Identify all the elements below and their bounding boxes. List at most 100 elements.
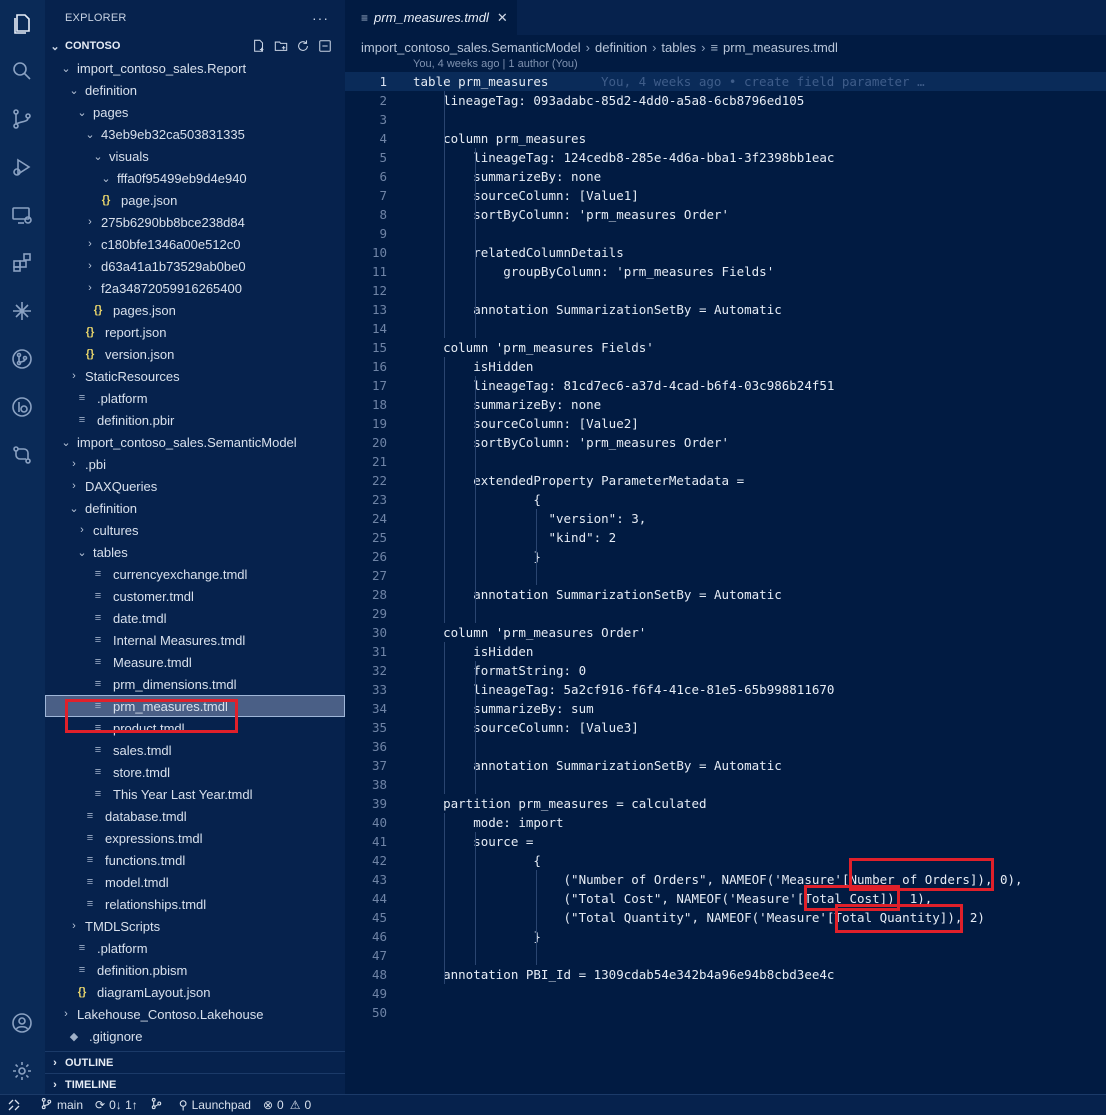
refresh-icon[interactable] xyxy=(295,38,311,54)
tree-file-item[interactable]: {} pages.json xyxy=(45,299,345,321)
tab-prm-measures[interactable]: ≡ prm_measures.tmdl ✕ xyxy=(345,0,517,35)
line-number: 4 xyxy=(379,131,387,146)
tree-folder-item[interactable]: ⌄ definition xyxy=(45,497,345,519)
code-text: sourceColumn: [Value1] xyxy=(413,188,639,203)
tree-folder-item[interactable]: ⌄ pages xyxy=(45,101,345,123)
search-icon[interactable] xyxy=(8,57,36,85)
line-number: 25 xyxy=(371,530,387,545)
tree-item-label: Internal Measures.tmdl xyxy=(113,632,246,648)
warning-icon: ⚠ xyxy=(289,1098,301,1112)
outline-label: OUTLINE xyxy=(65,1056,114,1069)
tree-file-item[interactable]: ≡ database.tmdl xyxy=(45,805,345,827)
close-icon[interactable]: ✕ xyxy=(497,10,508,26)
timeline-section-header[interactable]: › TIMELINE xyxy=(45,1073,345,1094)
launchpad-status[interactable]: ⚲ Launchpad xyxy=(179,1098,251,1112)
breadcrumb-item[interactable]: prm_measures.tmdl xyxy=(723,40,838,55)
tree-file-item[interactable]: ≡ customer.tmdl xyxy=(45,585,345,607)
ellipsis-icon[interactable]: ··· xyxy=(312,10,329,26)
line-number: 24 xyxy=(371,511,387,526)
tree-folder-item[interactable]: ⌄ definition xyxy=(45,79,345,101)
breadcrumb-item[interactable]: definition xyxy=(595,40,647,55)
tree-folder-item[interactable]: › Lakehouse_Contoso.Lakehouse xyxy=(45,1003,345,1025)
account-icon[interactable] xyxy=(8,1009,36,1037)
tree-file-item[interactable]: {} diagramLayout.json xyxy=(45,981,345,1003)
tree-folder-item[interactable]: › 275b6290bb8bce238d84 xyxy=(45,211,345,233)
new-file-icon[interactable] xyxy=(251,38,267,54)
code-text: source = xyxy=(413,834,534,849)
tree-file-item[interactable]: ≡ store.tmdl xyxy=(45,761,345,783)
tree-folder-item[interactable]: › TMDLScripts xyxy=(45,915,345,937)
tree-file-item[interactable]: ◆ .gitignore xyxy=(45,1025,345,1047)
run-debug-icon[interactable] xyxy=(8,153,36,181)
tree-file-item[interactable]: {} report.json xyxy=(45,321,345,343)
tree-folder-item[interactable]: › c180bfe1346a00e512c0 xyxy=(45,233,345,255)
tree-folder-item[interactable]: › StaticResources xyxy=(45,365,345,387)
tree-folder-item[interactable]: › d63a41a1b73529ab0be0 xyxy=(45,255,345,277)
extensions-icon[interactable] xyxy=(8,249,36,277)
remote-icon[interactable] xyxy=(8,1099,20,1111)
tree-file-item[interactable]: ≡ sales.tmdl xyxy=(45,739,345,761)
line-number: 20 xyxy=(371,435,387,450)
file-lines-icon: ≡ xyxy=(361,10,369,25)
tree-folder-item[interactable]: › cultures xyxy=(45,519,345,541)
tree-folder-item[interactable]: ⌄ fffa0f95499eb9d4e940 xyxy=(45,167,345,189)
file-lines-icon: ≡ xyxy=(94,678,102,690)
tree-file-item[interactable]: ≡ .platform xyxy=(45,937,345,959)
code-line: 37 annotation SummarizationSetBy = Autom… xyxy=(345,756,1106,775)
code-lens[interactable]: You, 4 weeks ago | 1 author (You) xyxy=(413,58,578,70)
line-number: 33 xyxy=(371,682,387,697)
graph-status[interactable] xyxy=(150,1097,167,1113)
sparkle-icon[interactable] xyxy=(8,297,36,325)
tree-file-item[interactable]: ≡ expressions.tmdl xyxy=(45,827,345,849)
tree-folder-item[interactable]: ⌄ 43eb9eb32ca503831335 xyxy=(45,123,345,145)
tree-file-item[interactable]: ≡ relationships.tmdl xyxy=(45,893,345,915)
remote-explorer-icon[interactable] xyxy=(8,201,36,229)
settings-gear-icon[interactable] xyxy=(8,1057,36,1085)
tree-folder-item[interactable]: › DAXQueries xyxy=(45,475,345,497)
line-number: 18 xyxy=(371,397,387,412)
new-folder-icon[interactable] xyxy=(273,38,289,54)
tree-folder-item[interactable]: › f2a34872059916265400 xyxy=(45,277,345,299)
tree-file-item[interactable]: ≡ prm_dimensions.tmdl xyxy=(45,673,345,695)
workspace-section-header[interactable]: ⌄ CONTOSO xyxy=(45,35,345,57)
tree-item-label: c180bfe1346a00e512c0 xyxy=(101,236,241,252)
tree-file-item[interactable]: ≡ Internal Measures.tmdl xyxy=(45,629,345,651)
tree-item-label: prm_dimensions.tmdl xyxy=(113,676,237,692)
file-lines-icon: ≡ xyxy=(86,854,94,866)
code-line: 36 xyxy=(345,737,1106,756)
explorer-icon[interactable] xyxy=(8,10,36,38)
outline-section-header[interactable]: › OUTLINE xyxy=(45,1051,345,1073)
tree-file-item[interactable]: ≡ functions.tmdl xyxy=(45,849,345,871)
git-graph-icon[interactable] xyxy=(8,345,36,373)
code-line: 39 partition prm_measures = calculated xyxy=(345,794,1106,813)
tree-file-item[interactable]: ≡ This Year Last Year.tmdl xyxy=(45,783,345,805)
branch-status[interactable]: main xyxy=(40,1097,83,1113)
tree-folder-item[interactable]: ⌄ import_contoso_sales.SemanticModel xyxy=(45,431,345,453)
tree-file-item[interactable]: ≡ date.tmdl xyxy=(45,607,345,629)
tree-file-item[interactable]: {} version.json xyxy=(45,343,345,365)
chevron-right-icon: › xyxy=(72,458,76,470)
code-line: 35 sourceColumn: [Value3] xyxy=(345,718,1106,737)
breadcrumb-item[interactable]: import_contoso_sales.SemanticModel xyxy=(361,40,581,55)
tree-file-item[interactable]: ≡ model.tmdl xyxy=(45,871,345,893)
gitlens-icon[interactable] xyxy=(8,393,36,421)
tree-folder-item[interactable]: ⌄ import_contoso_sales.Report xyxy=(45,57,345,79)
tree-file-item[interactable]: ≡ definition.pbism xyxy=(45,959,345,981)
sync-status[interactable]: ⟳ 0↓ 1↑ xyxy=(95,1098,138,1112)
code-line: 45 ("Total Quantity", NAMEOF('Measure'[T… xyxy=(345,908,1106,927)
tree-folder-item[interactable]: ⌄ tables xyxy=(45,541,345,563)
chevron-down-icon: ⌄ xyxy=(50,40,60,53)
chevron-right-icon: › xyxy=(652,39,657,55)
tree-folder-item[interactable]: ⌄ visuals xyxy=(45,145,345,167)
tree-folder-item[interactable]: › .pbi xyxy=(45,453,345,475)
collapse-all-icon[interactable] xyxy=(317,38,333,54)
source-control-icon[interactable] xyxy=(8,105,36,133)
pull-request-icon[interactable] xyxy=(8,441,36,469)
breadcrumb-item[interactable]: tables xyxy=(661,40,696,55)
tree-file-item[interactable]: ≡ .platform xyxy=(45,387,345,409)
tree-file-item[interactable]: ≡ currencyexchange.tmdl xyxy=(45,563,345,585)
tree-file-item[interactable]: {} page.json xyxy=(45,189,345,211)
tree-file-item[interactable]: ≡ Measure.tmdl xyxy=(45,651,345,673)
problems-status[interactable]: ⊗ 0 ⚠ 0 xyxy=(263,1098,311,1112)
tree-file-item[interactable]: ≡ definition.pbir xyxy=(45,409,345,431)
